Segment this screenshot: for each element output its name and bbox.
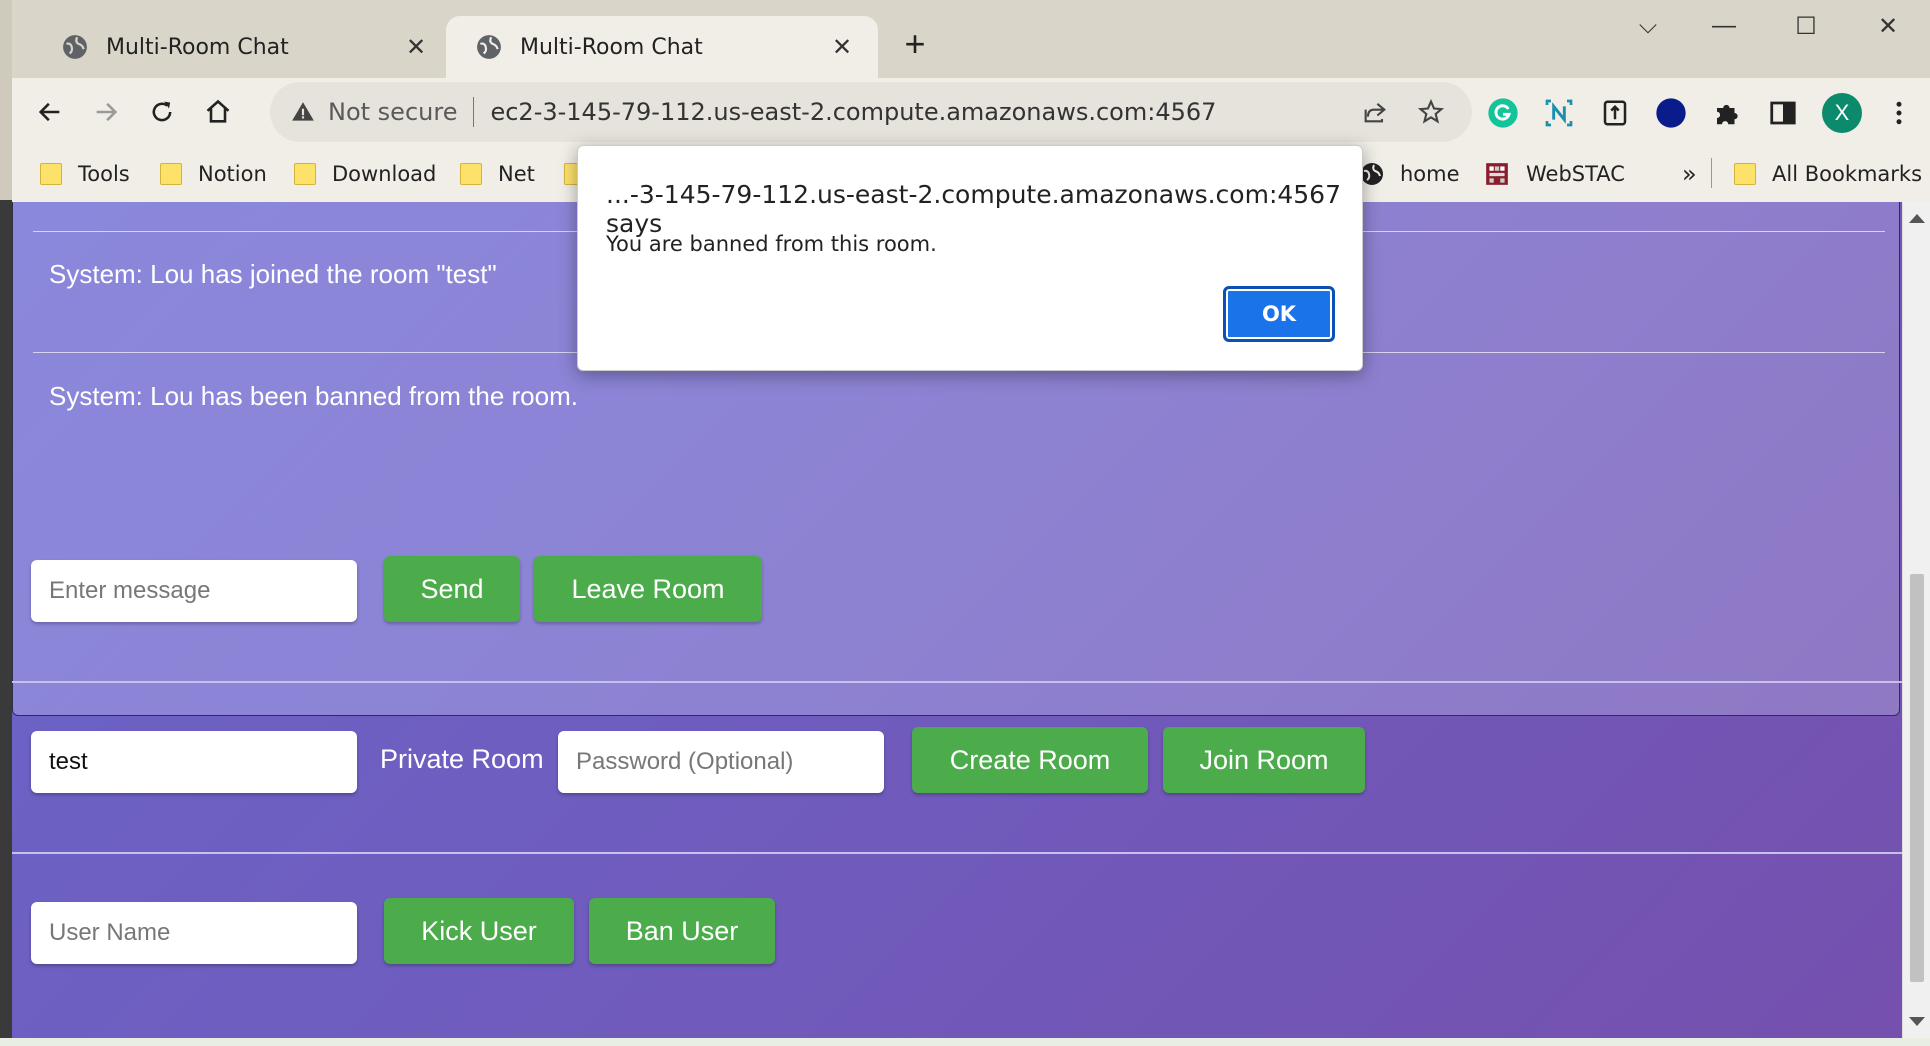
- tab-multi-room-chat-1[interactable]: Multi-Room Chat ✕: [32, 16, 452, 78]
- profile-initial: X: [1822, 93, 1862, 133]
- webstac-icon: [1486, 163, 1508, 185]
- warning-icon[interactable]: [290, 99, 316, 125]
- bookmark-home[interactable]: home: [1360, 158, 1460, 190]
- maximize-button[interactable]: ☐: [1786, 12, 1826, 41]
- home-button[interactable]: [200, 94, 236, 130]
- grammarly-icon[interactable]: [1486, 96, 1520, 130]
- bookmark-tools[interactable]: Tools: [40, 158, 130, 190]
- user-name-input[interactable]: User Name: [31, 902, 357, 964]
- scrollbar-thumb[interactable]: [1910, 574, 1924, 982]
- home-icon: [206, 99, 230, 123]
- folder-icon: [40, 163, 62, 185]
- back-arrow-icon: [38, 102, 60, 122]
- browser-toolbar: Not secure ec2-3-145-79-112.us-east-2.co…: [12, 78, 1930, 146]
- close-tab-icon[interactable]: ✕: [830, 33, 854, 62]
- send-button[interactable]: Send: [384, 556, 520, 622]
- tab-title: Multi-Room Chat: [106, 34, 289, 60]
- window-bottom-edge: [0, 1038, 1930, 1046]
- bookmarks-overflow-button[interactable]: »: [1682, 158, 1697, 190]
- ban-user-button[interactable]: Ban User: [589, 898, 775, 964]
- leave-room-button[interactable]: Leave Room: [534, 556, 762, 622]
- join-room-button[interactable]: Join Room: [1163, 727, 1365, 793]
- folder-icon: [160, 163, 182, 185]
- globe-icon: [1361, 163, 1383, 185]
- browser-window: Multi-Room Chat ✕ Multi-Room Chat ✕ + ⌵ …: [0, 0, 1930, 1046]
- tab-multi-room-chat-2[interactable]: Multi-Room Chat ✕: [446, 16, 878, 78]
- all-bookmarks-folder[interactable]: All Bookmarks: [1734, 158, 1922, 190]
- bookmark-notion[interactable]: Notion: [160, 158, 267, 190]
- alert-dialog: ...-3-145-79-112.us-east-2.compute.amazo…: [577, 145, 1363, 371]
- dialog-title: ...-3-145-79-112.us-east-2.compute.amazo…: [606, 180, 1341, 238]
- menu-kebab-icon[interactable]: [1882, 96, 1916, 130]
- section-divider: [12, 852, 1902, 854]
- blue-circle-extension-icon[interactable]: [1654, 96, 1688, 130]
- chat-message: System: Lou has been banned from the roo…: [49, 381, 578, 411]
- side-panel-icon[interactable]: [1766, 96, 1800, 130]
- kick-user-button[interactable]: Kick User: [384, 898, 574, 964]
- url-text[interactable]: ec2-3-145-79-112.us-east-2.compute.amazo…: [490, 98, 1360, 126]
- address-bar[interactable]: Not secure ec2-3-145-79-112.us-east-2.co…: [270, 82, 1472, 142]
- sidebar-extension-icon[interactable]: [1598, 96, 1632, 130]
- back-button[interactable]: [32, 94, 68, 130]
- tab-strip: Multi-Room Chat ✕ Multi-Room Chat ✕ + ⌵ …: [12, 0, 1930, 78]
- chat-message: System: Lou has joined the room "test": [49, 259, 497, 289]
- security-status[interactable]: Not secure: [328, 98, 457, 126]
- notion-clipper-icon[interactable]: [1542, 96, 1576, 130]
- ok-button[interactable]: OK: [1223, 286, 1335, 342]
- bookmark-webstac[interactable]: WebSTAC: [1484, 158, 1625, 190]
- reload-icon: [152, 101, 172, 122]
- bookmark-download[interactable]: Download: [294, 158, 436, 190]
- tab-title: Multi-Room Chat: [520, 34, 703, 60]
- bookmark-star-icon[interactable]: [1416, 97, 1446, 127]
- new-tab-button[interactable]: +: [900, 26, 930, 62]
- minimize-button[interactable]: —: [1704, 12, 1744, 40]
- profile-avatar[interactable]: X: [1822, 93, 1862, 133]
- folder-icon: [294, 163, 316, 185]
- bookmark-net[interactable]: Net: [460, 158, 535, 190]
- folder-icon: [1734, 163, 1756, 185]
- forward-button[interactable]: [88, 94, 124, 130]
- section-divider: [12, 681, 1902, 683]
- globe-icon: [477, 35, 501, 59]
- reload-button[interactable]: [144, 94, 180, 130]
- folder-icon: [460, 163, 482, 185]
- tab-search-icon[interactable]: ⌵: [1628, 12, 1668, 40]
- scroll-down-arrow-icon[interactable]: [1909, 1017, 1925, 1026]
- extensions-puzzle-icon[interactable]: [1710, 96, 1744, 130]
- create-room-button[interactable]: Create Room: [912, 727, 1148, 793]
- message-input[interactable]: Enter message: [31, 560, 357, 622]
- window-left-edge: [0, 0, 12, 1046]
- share-icon[interactable]: [1360, 97, 1390, 127]
- forward-arrow-icon: [96, 102, 118, 122]
- dialog-message: You are banned from this room.: [606, 232, 937, 256]
- page-scrollbar[interactable]: [1902, 202, 1930, 1038]
- globe-icon: [63, 35, 87, 59]
- private-room-label: Private Room: [380, 744, 544, 774]
- password-input[interactable]: Password (Optional): [558, 731, 884, 793]
- scroll-up-arrow-icon[interactable]: [1909, 214, 1925, 223]
- close-tab-icon[interactable]: ✕: [404, 33, 428, 62]
- room-name-input[interactable]: test: [31, 731, 357, 793]
- close-window-button[interactable]: ✕: [1868, 12, 1908, 41]
